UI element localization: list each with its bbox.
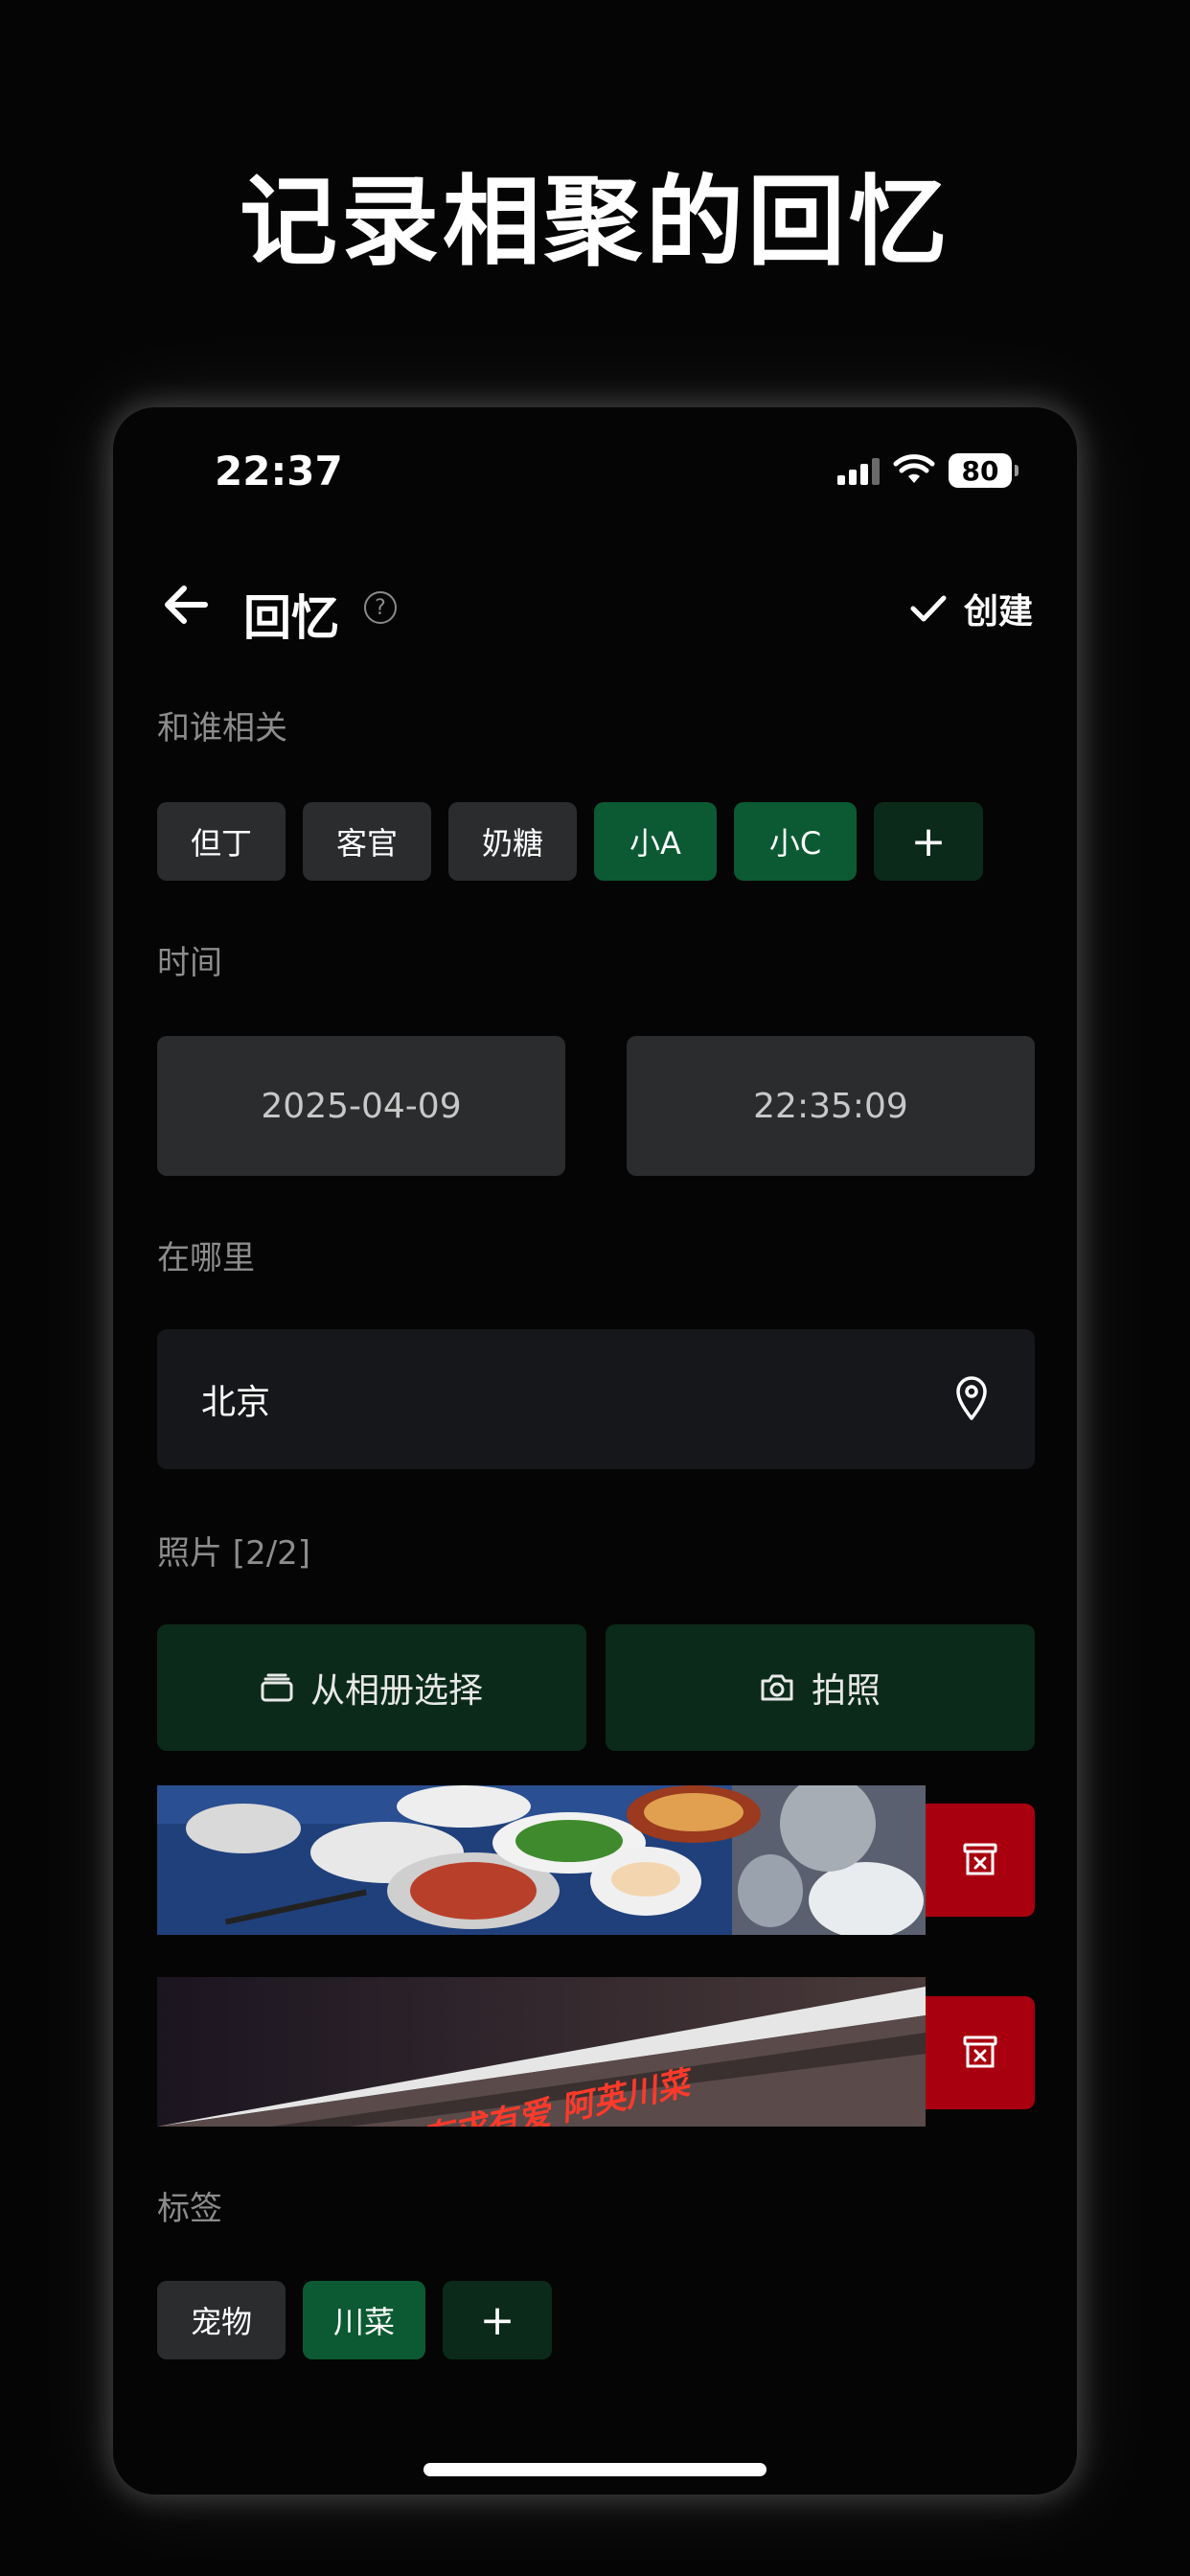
- location-pin-icon[interactable]: [954, 1375, 989, 1421]
- battery-icon: 80: [949, 453, 1018, 488]
- who-chip[interactable]: 奶糖: [448, 802, 577, 881]
- who-label: 和谁相关: [157, 709, 287, 748]
- phone-frame: 22:37 80 回忆 ? 创建 和谁相关 但丁 客官 奶糖 小A 小C + 时…: [113, 407, 1077, 2495]
- tag-chip[interactable]: 宠物: [157, 2281, 286, 2359]
- tag-chips: 宠物 川菜 +: [157, 2281, 552, 2359]
- trash-icon: [963, 2036, 997, 2068]
- location-value: 北京: [201, 1383, 271, 1422]
- create-label: 创建: [963, 592, 1033, 632]
- camera-button-label: 拍照: [811, 1671, 881, 1711]
- help-icon[interactable]: ?: [364, 591, 397, 624]
- date-field[interactable]: 2025-04-09: [157, 1036, 565, 1176]
- page-title: 回忆: [243, 590, 339, 646]
- tags-label: 标签: [157, 2190, 222, 2228]
- headline: 记录相聚的回忆: [240, 166, 950, 280]
- where-label: 在哪里: [157, 1239, 255, 1277]
- who-chip-selected[interactable]: 小A: [594, 802, 717, 881]
- delete-photo-button[interactable]: [926, 1996, 1035, 2109]
- who-chip-selected[interactable]: 小C: [734, 802, 857, 881]
- camera-icon: [761, 1674, 793, 1701]
- status-icons: 80: [837, 453, 1018, 488]
- location-field[interactable]: 北京: [157, 1329, 1035, 1469]
- wifi-icon: [893, 454, 935, 483]
- check-icon: [910, 595, 947, 622]
- who-chip[interactable]: 但丁: [157, 802, 286, 881]
- status-bar: 22:37 80: [113, 407, 1077, 532]
- create-button[interactable]: 创建: [910, 584, 1033, 633]
- sign-photo-image: 有求有爱 阿英川菜: [157, 1977, 926, 2127]
- album-select-button[interactable]: 从相册选择: [157, 1624, 586, 1751]
- camera-button[interactable]: 拍照: [606, 1624, 1035, 1751]
- photos-label: 照片 [2/2]: [157, 1534, 311, 1573]
- trash-icon: [963, 1843, 997, 1875]
- nav-bar: 回忆 ? 创建: [113, 551, 1077, 656]
- who-chips: 但丁 客官 奶糖 小A 小C +: [157, 802, 983, 881]
- tag-chip-selected[interactable]: 川菜: [303, 2281, 425, 2359]
- photo-thumbnail-food[interactable]: [157, 1785, 926, 1935]
- home-indicator[interactable]: [423, 2463, 767, 2476]
- food-photo-image: [157, 1785, 926, 1935]
- time-label: 时间: [157, 944, 222, 982]
- status-time: 22:37: [215, 448, 343, 494]
- signal-icon: [837, 456, 880, 485]
- time-field[interactable]: 22:35:09: [627, 1036, 1035, 1176]
- album-button-label: 从相册选择: [309, 1671, 483, 1711]
- delete-photo-button[interactable]: [926, 1804, 1035, 1917]
- add-person-button[interactable]: +: [874, 802, 983, 881]
- back-arrow-icon[interactable]: [159, 578, 213, 632]
- album-icon: [261, 1673, 293, 1702]
- photo-thumbnail-sign[interactable]: 有求有爱 阿英川菜: [157, 1977, 926, 2127]
- add-tag-button[interactable]: +: [443, 2281, 552, 2359]
- who-chip[interactable]: 客官: [303, 802, 431, 881]
